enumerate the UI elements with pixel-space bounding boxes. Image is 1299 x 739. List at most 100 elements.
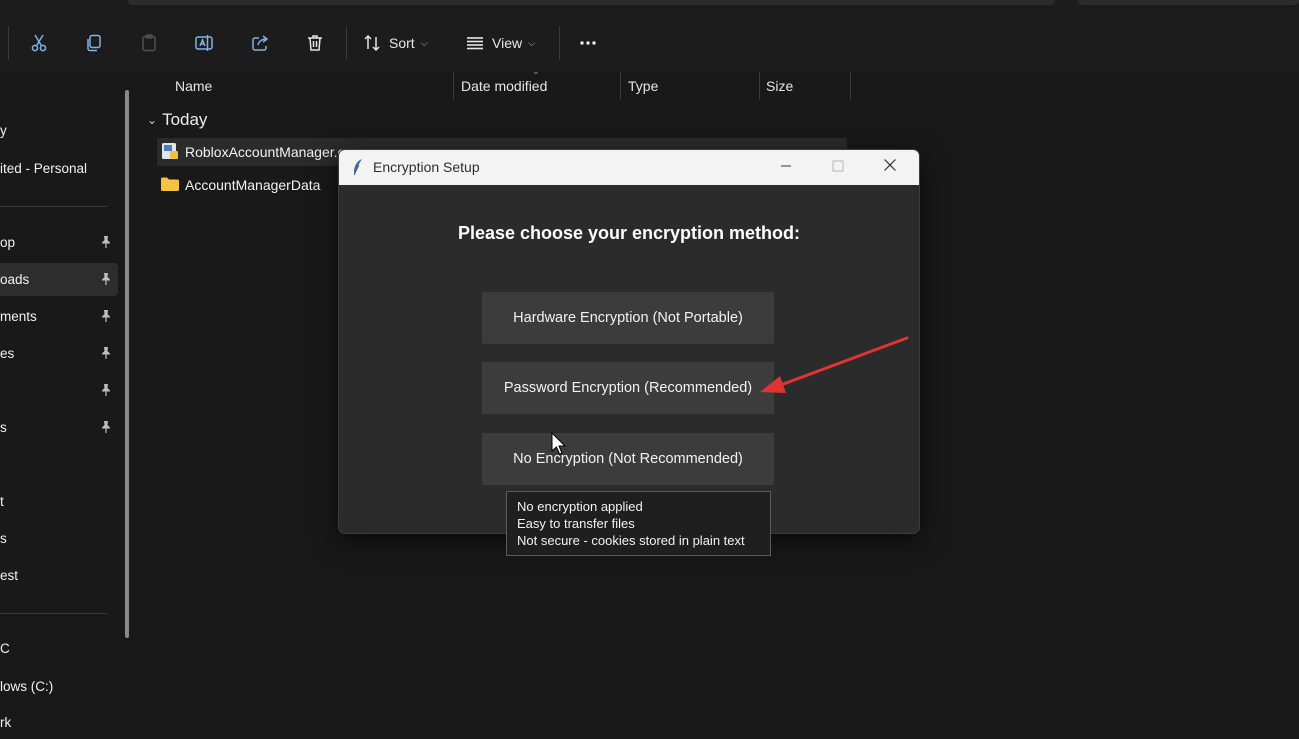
app-file-icon <box>161 142 179 163</box>
pin-icon <box>99 420 113 439</box>
nav-item-onedrive[interactable]: ited - Personal <box>0 152 118 185</box>
nav-item-desktop[interactable]: op <box>0 226 118 259</box>
toolbar-divider <box>559 26 560 60</box>
delete-button[interactable] <box>300 28 330 58</box>
group-header-today[interactable]: ⌄ Today <box>147 107 207 133</box>
column-header-label: Type <box>628 78 659 94</box>
trash-icon <box>305 33 325 53</box>
no-encryption-tooltip: No encryption applied Easy to transfer f… <box>506 491 771 556</box>
view-icon <box>465 33 485 53</box>
more-icon <box>578 33 598 53</box>
pin-icon <box>99 346 113 365</box>
nav-item-this-pc[interactable]: C <box>0 632 118 665</box>
nav-item-label: est <box>0 568 19 583</box>
chevron-down-icon: ⌄ <box>147 113 158 127</box>
column-header-label: Name <box>175 78 213 94</box>
chevron-down-icon: ⌵ <box>528 37 535 48</box>
copy-icon <box>84 33 104 53</box>
column-header-name[interactable]: Name <box>175 72 212 100</box>
minimize-button[interactable] <box>763 150 809 185</box>
column-divider[interactable] <box>850 72 851 100</box>
column-divider[interactable] <box>620 72 621 100</box>
nav-item-label: ments <box>0 309 37 324</box>
nav-item-music[interactable] <box>0 374 118 407</box>
paste-button[interactable] <box>134 28 164 58</box>
address-bar-edge[interactable] <box>128 0 1055 5</box>
close-icon <box>883 158 897 177</box>
folder-icon <box>160 176 180 195</box>
nav-item[interactable]: est <box>0 559 118 592</box>
dialog-title: Encryption Setup <box>373 159 480 175</box>
nav-item-label: es <box>0 346 15 361</box>
file-name: AccountManagerData <box>185 177 321 193</box>
navigation-pane: y ited - Personal op oads ments es s t s… <box>0 72 128 730</box>
column-divider[interactable] <box>453 72 454 100</box>
nav-item-network[interactable]: rk <box>0 706 118 739</box>
see-more-button[interactable] <box>573 28 603 58</box>
view-button[interactable]: View ⌵ <box>465 28 545 58</box>
maximize-button[interactable] <box>815 150 861 185</box>
sort-indicator-icon: ⌄ <box>532 66 540 76</box>
nav-item-label: ited - Personal <box>0 161 88 176</box>
no-encryption-button[interactable]: No Encryption (Not Recommended) <box>482 433 774 485</box>
nav-item-videos[interactable]: s <box>0 411 118 444</box>
toolbar-divider <box>8 26 9 60</box>
toolbar-divider <box>346 26 347 60</box>
copy-button[interactable] <box>79 28 109 58</box>
nav-item[interactable]: t <box>0 485 118 518</box>
rename-button[interactable] <box>189 28 219 58</box>
nav-item-label: C <box>0 641 10 656</box>
minimize-icon <box>780 159 792 177</box>
rename-icon <box>194 33 214 53</box>
share-icon <box>250 33 270 53</box>
close-button[interactable] <box>867 150 913 185</box>
tooltip-line: Not secure - cookies stored in plain tex… <box>517 533 745 548</box>
window-top-strip <box>0 0 1299 14</box>
hardware-encryption-button[interactable]: Hardware Encryption (Not Portable) <box>482 292 774 344</box>
search-box-edge[interactable] <box>1078 0 1299 5</box>
paste-icon <box>139 33 159 53</box>
cut-button[interactable] <box>24 28 54 58</box>
nav-item-label: t <box>0 494 4 509</box>
group-label: Today <box>162 110 208 129</box>
column-header-label: Date modified <box>461 78 548 94</box>
nav-item-pictures[interactable]: es <box>0 337 118 370</box>
column-header-size[interactable]: Size <box>766 72 793 100</box>
view-label: View <box>492 35 523 51</box>
nav-item-label: rk <box>0 715 12 730</box>
encryption-setup-dialog: Encryption Setup Please choose your encr… <box>338 149 920 534</box>
nav-item-label: s <box>0 420 7 435</box>
pin-icon <box>99 383 113 402</box>
nav-item-label: s <box>0 531 7 546</box>
sort-label: Sort <box>389 35 415 51</box>
nav-item-label: lows (C:) <box>0 679 54 694</box>
command-toolbar: Sort ⌵ View ⌵ <box>0 14 1299 72</box>
pin-icon <box>99 235 113 254</box>
file-name: RobloxAccountManager.e <box>185 144 346 160</box>
chevron-down-icon: ⌵ <box>420 37 428 48</box>
maximize-icon <box>832 159 844 177</box>
tooltip-line: No encryption applied <box>517 499 643 514</box>
nav-item-label: oads <box>0 272 30 287</box>
sort-button[interactable]: Sort ⌵ <box>362 28 442 58</box>
nav-scrollbar[interactable] <box>125 90 129 638</box>
nav-item[interactable]: y <box>0 114 118 147</box>
nav-divider <box>0 206 107 207</box>
dialog-titlebar[interactable]: Encryption Setup <box>339 150 919 185</box>
scissors-icon <box>29 33 49 53</box>
nav-item-downloads[interactable]: oads <box>0 263 118 296</box>
nav-item-documents[interactable]: ments <box>0 300 118 333</box>
nav-divider <box>0 613 107 614</box>
tooltip-line: Easy to transfer files <box>517 516 635 531</box>
column-header-type[interactable]: Type <box>628 72 658 100</box>
dialog-heading: Please choose your encryption method: <box>457 223 801 243</box>
nav-item[interactable]: s <box>0 522 118 555</box>
nav-item-windows-drive[interactable]: lows (C:) <box>0 670 118 703</box>
feather-icon <box>351 158 365 181</box>
nav-item-label: op <box>0 235 16 250</box>
pin-icon <box>99 309 113 328</box>
column-header-label: Size <box>766 78 794 94</box>
password-encryption-button[interactable]: Password Encryption (Recommended) <box>482 362 774 414</box>
share-button[interactable] <box>245 28 275 58</box>
column-divider[interactable] <box>759 72 760 100</box>
